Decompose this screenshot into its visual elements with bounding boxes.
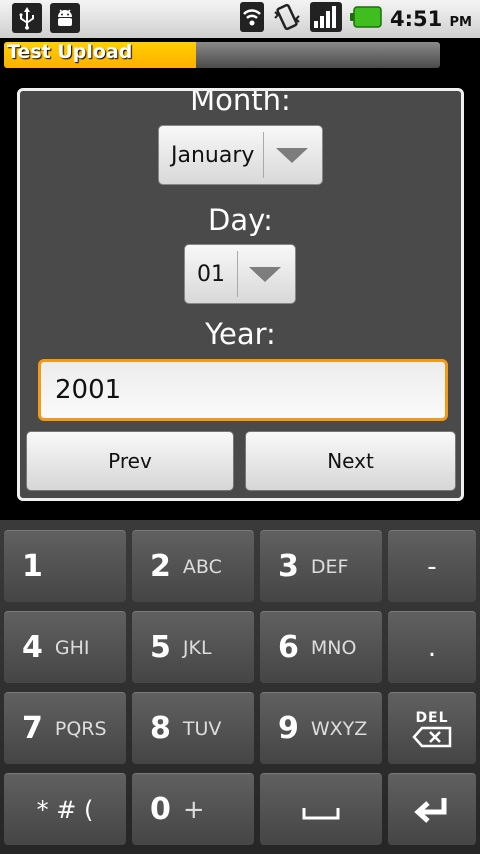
numeric-keypad: 1 2 ABC 3 DEF - 4 GHI 5 JKL 6 MNO . 7 PQ… [0,520,480,854]
key-digit: 3 [278,549,299,584]
key-dash[interactable]: - [388,530,476,602]
date-dialog: Month: January Day: 01 Year: 2001 Prev N… [17,88,464,501]
key-digit: 9 [278,711,299,746]
key-letters: + [182,794,205,825]
key-digit: 1 [22,549,43,584]
window-title: Test Upload [7,41,133,63]
key-letters: MNO [310,636,357,659]
key-8[interactable]: 8 TUV [132,692,254,764]
clock-ampm: PM [449,15,472,30]
chevron-down-icon [249,267,281,282]
key-symbols[interactable]: * # ( [4,773,126,845]
key-symbol: - [427,551,437,582]
day-value: 01 [197,261,225,287]
month-label: Month: [190,88,291,117]
delete-label: DEL [415,709,449,726]
delete-key[interactable]: DEL [388,692,476,764]
android-debug-icon [50,3,80,33]
key-dot[interactable]: . [388,611,476,683]
key-6[interactable]: 6 MNO [260,611,382,683]
spinner-divider [237,251,238,297]
key-digit: 0 [150,792,171,827]
clock: 4:51 PM [390,7,472,31]
key-letters: TUV [182,717,222,740]
signal-icon [309,2,342,36]
day-label: Day: [208,203,273,237]
prev-button[interactable]: Prev [26,431,234,491]
key-3[interactable]: 3 DEF [260,530,382,602]
key-9[interactable]: 9 WXYZ [260,692,382,764]
key-5[interactable]: 5 JKL [132,611,254,683]
title-bar: Test Upload [0,38,480,72]
enter-icon [414,797,447,823]
key-digit: 5 [150,630,171,665]
key-7[interactable]: 7 PQRS [4,692,126,764]
next-button[interactable]: Next [245,431,456,491]
backspace-icon [412,726,452,747]
key-2[interactable]: 2 ABC [132,530,254,602]
key-digit: 4 [22,630,43,665]
key-symbol: . [427,632,437,663]
key-symbol: * # ( [36,795,94,824]
usb-icon [12,3,42,33]
spinner-divider [263,132,264,178]
status-bar: 4:51 PM [0,0,480,38]
day-spinner[interactable]: 01 [184,244,296,304]
space-icon [302,807,340,819]
key-digit: 8 [150,711,171,746]
year-label: Year: [205,317,276,351]
key-digit: 7 [22,711,43,746]
year-input[interactable]: 2001 [38,359,448,421]
wifi-icon [239,2,264,36]
key-letters: WXYZ [310,717,368,740]
system-icons: 4:51 PM [239,2,472,36]
key-letters: GHI [54,636,90,659]
vibrate-icon [272,2,302,36]
key-digit: 6 [278,630,299,665]
month-spinner[interactable]: January [158,125,323,185]
key-letters: DEF [310,555,349,578]
key-digit: 2 [150,549,171,584]
key-letters: JKL [182,636,212,659]
chevron-down-icon [276,148,308,163]
key-0[interactable]: 0 + [132,773,254,845]
key-letters: PQRS [54,717,107,740]
clock-time: 4:51 [389,7,443,31]
key-1[interactable]: 1 [4,530,126,602]
notification-icons [12,3,80,33]
month-value: January [171,142,255,168]
space-key[interactable] [260,773,382,845]
enter-key[interactable] [388,773,476,845]
key-4[interactable]: 4 GHI [4,611,126,683]
battery-icon [349,5,382,33]
key-letters: ABC [182,555,222,578]
